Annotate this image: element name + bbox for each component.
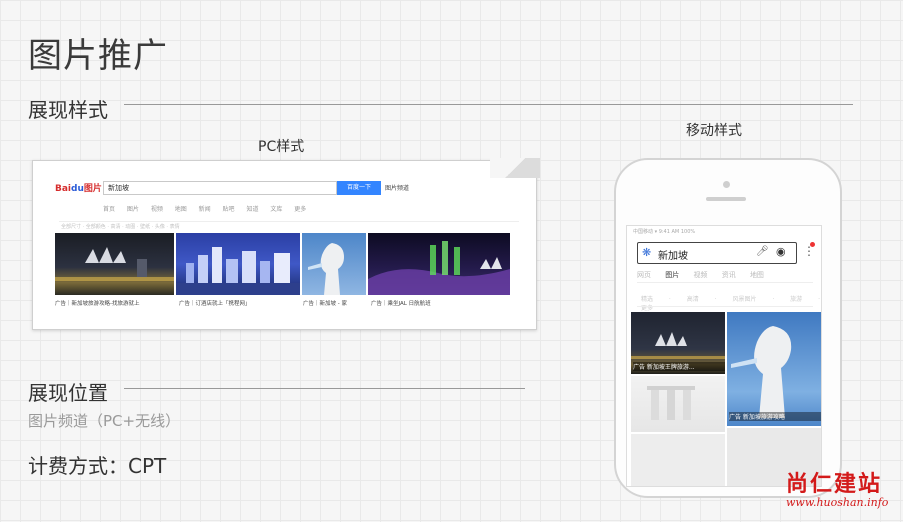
ad-caption-3[interactable]: 广告｜新加坡 - 家: [303, 299, 365, 307]
phone-camera: [723, 181, 730, 188]
mobile-filter-bar[interactable]: 精选 · 高清 · 风景图片 · 旅游 · 更多: [641, 294, 821, 312]
filters-divider: [637, 306, 813, 307]
pc-style-label: PC样式: [258, 139, 305, 155]
watermark-url: www.huoshan.info: [786, 496, 889, 509]
ad-caption-1[interactable]: 广告｜新加坡旅游攻略-找旅游就上: [55, 299, 174, 307]
pc-search-link[interactable]: 图片频道: [385, 183, 409, 192]
ad-image-3[interactable]: [302, 233, 366, 295]
tab-map[interactable]: 地图: [750, 271, 764, 279]
phone-speaker: [706, 197, 746, 201]
mobile-ad-caption-2: 广告 新加坡旅游攻略: [729, 412, 821, 421]
watermark-brand: 尚仁建站: [786, 472, 883, 497]
page-title: 图片推广: [28, 36, 168, 76]
mobile-search-input[interactable]: ❋ 新加坡 🎤︎ ◉: [637, 242, 797, 264]
divider-style: [124, 104, 853, 105]
ad-image-1[interactable]: [55, 233, 174, 295]
tab-news[interactable]: 资讯: [722, 271, 736, 279]
notification-badge: [810, 242, 815, 247]
mic-icon[interactable]: 🎤︎: [756, 246, 769, 257]
pc-nav-tabs[interactable]: 首页 图片 视频 地图 新闻 贴吧 知道 文库 更多: [103, 204, 306, 213]
tabs-divider: [637, 282, 813, 283]
ad-image-4[interactable]: [368, 233, 510, 295]
pc-filter-bar[interactable]: 全部尺寸 · 全部颜色 · 高清 · 动图 · 壁纸 · 头像 · 表情: [61, 223, 180, 230]
card-corner-fold: [490, 158, 540, 178]
camera-icon[interactable]: ◉: [776, 245, 786, 258]
mobile-tabs[interactable]: 网页 图片 视频 资讯 地图: [637, 270, 764, 280]
section-title-position: 展现位置: [28, 381, 108, 405]
mobile-ad-image-2[interactable]: 广告 新加坡旅游攻略: [727, 312, 821, 426]
mobile-ad-caption-1: 广告 新加坡王牌旅游...: [633, 362, 725, 371]
status-bar: 中国移动 ▾ 9:41 AM 100%: [633, 229, 696, 235]
position-description: 图片频道（PC+无线）: [28, 412, 181, 430]
mobile-style-label: 移动样式: [686, 123, 742, 139]
pc-filter-divider: [59, 221, 519, 222]
mobile-ad-image-3[interactable]: [631, 376, 725, 432]
mobile-ad-image-1[interactable]: 广告 新加坡王牌旅游...: [631, 312, 725, 374]
ad-caption-4[interactable]: 广告｜乘坐JAL 日航航班: [371, 299, 509, 307]
pc-preview: Baidu图片 新加坡 百度一下 图片频道 首页 图片 视频 地图 新闻 贴吧 …: [32, 160, 537, 330]
mobile-preview: 中国移动 ▾ 9:41 AM 100% ❋ 新加坡 🎤︎ ◉ ⋮ 网页 图片 视…: [626, 225, 822, 487]
mobile-ad-image-5[interactable]: [631, 434, 725, 486]
section-title-style: 展现样式: [28, 98, 108, 122]
billing-method: 计费方式：CPT: [28, 454, 167, 478]
pc-search-button[interactable]: 百度一下: [337, 181, 381, 195]
pc-search-input[interactable]: 新加坡: [103, 181, 337, 195]
baidu-logo: Baidu图片: [55, 184, 102, 194]
tab-video[interactable]: 视频: [693, 271, 707, 279]
ad-caption-2[interactable]: 广告｜订酒店就上「携程网」: [179, 299, 301, 307]
paw-icon: ❋: [642, 246, 652, 259]
tab-web[interactable]: 网页: [637, 271, 651, 279]
mobile-search-value: 新加坡: [658, 251, 688, 262]
ad-image-2[interactable]: [176, 233, 300, 295]
tab-images[interactable]: 图片: [665, 271, 679, 279]
divider-position: [124, 388, 525, 389]
